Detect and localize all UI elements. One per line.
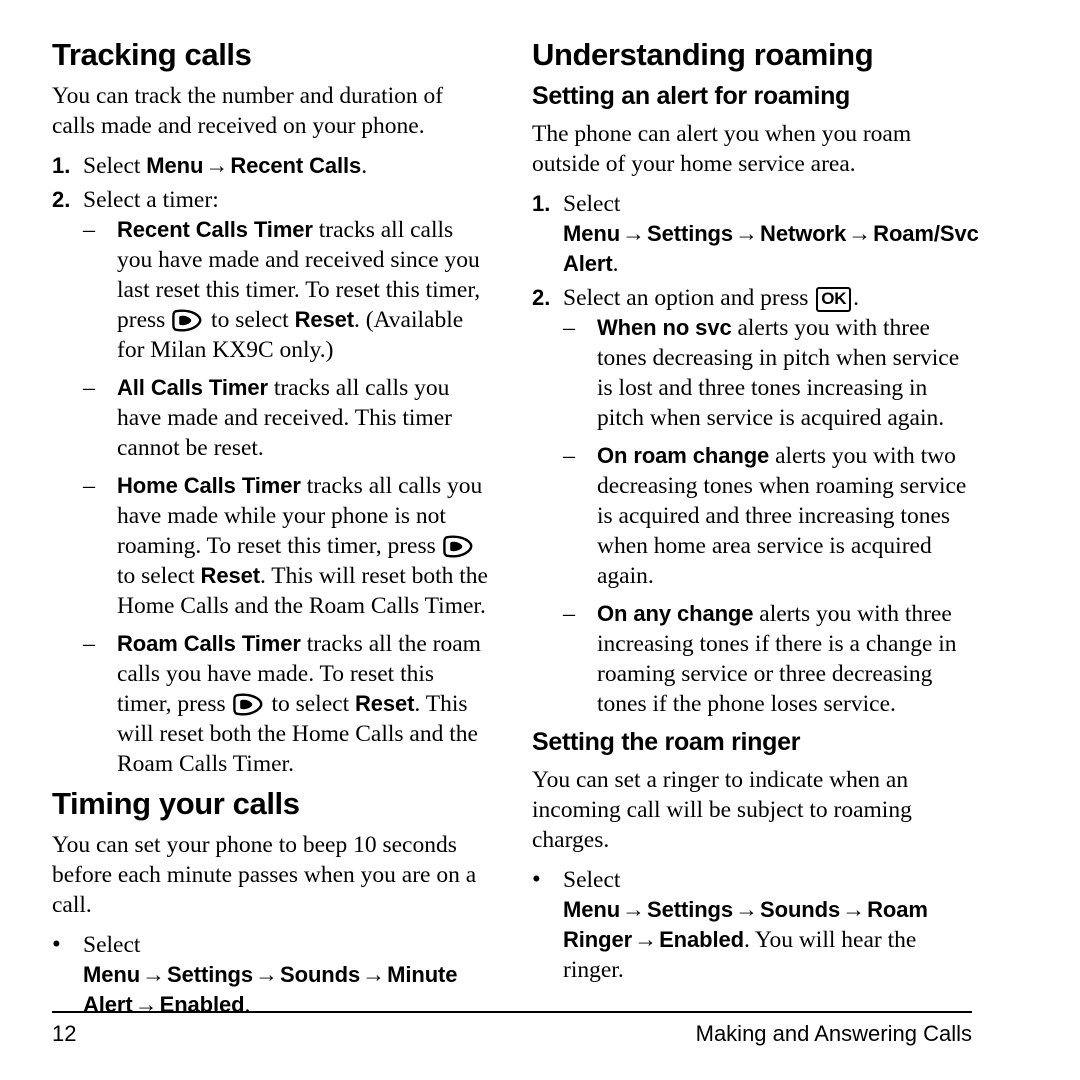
ui-term-sounds: Sounds (280, 962, 361, 987)
ui-term-reset: Reset (200, 563, 261, 588)
ui-term-sounds: Sounds (760, 897, 841, 922)
arrow-glyph: → (205, 153, 229, 178)
ui-term-recent-calls: Recent Calls (230, 153, 362, 178)
two-column-body: Tracking calls You can track the number … (52, 37, 979, 1019)
ui-term-settings: Settings (647, 221, 734, 246)
timer-option-home-calls: – Home Calls Timer tracks all calls you h… (83, 473, 488, 619)
ui-term-settings: Settings (167, 962, 254, 987)
timer-option-recent-calls: – Recent Calls Timer tracks all calls you… (83, 217, 481, 363)
ui-term-on-any-change: On any change (597, 601, 754, 626)
step-item: 1. Select Menu→Recent Calls. (52, 151, 492, 181)
bullet-list-minute-alert: • Select Menu→Settings→Sounds→Minute Aler… (52, 930, 492, 1020)
ui-term-menu: Menu (146, 153, 204, 178)
arrow-glyph: → (735, 897, 759, 922)
steps-list-tracking-calls: 1. Select Menu→Recent Calls. 2. Select a t… (52, 151, 492, 779)
ui-term-when-no-svc: When no svc (597, 315, 732, 340)
ui-term-menu: Menu (563, 221, 621, 246)
dash-marker: – (563, 443, 575, 469)
bullet-item-roam-ringer: • Select Menu→Settings→Sounds→Roam Ringer… (532, 866, 928, 983)
step-item: 1. Select Menu→Settings→Network→Roam/Svc … (532, 191, 979, 277)
left-column: Tracking calls You can track the number … (52, 38, 492, 1024)
timer-options-list: – Recent Calls Timer tracks all calls you… (83, 215, 492, 779)
ui-term-on-roam-change: On roam change (597, 443, 770, 468)
ui-term-recent-calls-timer: Recent Calls Timer (117, 217, 313, 242)
arrow-glyph: → (142, 962, 166, 987)
ui-term-roam-calls-timer: Roam Calls Timer (117, 631, 301, 656)
ui-term-all-calls-timer: All Calls Timer (117, 375, 268, 400)
step-marker: 2. (532, 285, 551, 310)
bullet-item-minute-alert: • Select Menu→Settings→Sounds→Minute Aler… (52, 931, 458, 1018)
page-title-tracking-calls: Tracking calls (52, 37, 252, 72)
ui-term-enabled: Enabled (159, 992, 245, 1017)
arrow-glyph: → (134, 992, 158, 1017)
bullet-marker: • (52, 931, 61, 958)
roam-alert-option-on-roam-change: – On roam change alerts you with two decr… (563, 443, 967, 589)
bullet-list-roam-ringer: • Select Menu→Settings→Sounds→Roam Ringer… (532, 865, 972, 985)
intro-paragraph-roaming-alert: The phone can alert you when you roam ou… (532, 121, 912, 177)
dash-marker: – (563, 315, 575, 341)
ui-term-reset: Reset (354, 691, 415, 716)
roam-alert-options-list: – When no svc alerts you with three tones… (563, 313, 972, 719)
page-title-timing-your-calls: Timing your calls (52, 786, 300, 821)
step-item: 2. Select an option and press OK. – When n… (532, 283, 972, 719)
arrow-glyph: → (735, 221, 759, 246)
manual-page: Tracking calls You can track the number … (0, 0, 1080, 1080)
dash-marker: – (83, 631, 95, 657)
arrow-glyph: → (848, 221, 872, 246)
intro-paragraph-roam-ringer: You can set a ringer to indicate when an… (532, 767, 912, 853)
ok-key-icon: OK (816, 287, 852, 312)
roam-alert-option-on-any-change: – On any change alerts you with three inc… (563, 601, 957, 717)
dash-marker: – (83, 375, 95, 401)
footer-divider (52, 1011, 972, 1013)
step-text: Select a timer: (83, 187, 219, 213)
dash-marker: – (83, 217, 95, 243)
ui-term-reset: Reset (294, 307, 355, 332)
step-marker: 1. (532, 191, 551, 216)
right-column: Understanding roaming Setting an alert f… (532, 37, 979, 989)
bullet-marker: • (532, 866, 541, 893)
arrow-glyph: → (634, 927, 658, 952)
ui-term-menu: Menu (83, 962, 141, 987)
page-number: 12 (52, 1021, 77, 1046)
page-footer: 12 Making and Answering Calls (52, 1019, 972, 1055)
step-item: 2. Select a timer: – Recent Calls Timer tr… (52, 185, 492, 779)
step-text: Select Menu→Recent Calls. (83, 153, 368, 179)
arrow-glyph: → (842, 897, 866, 922)
step-marker: 2. (52, 187, 71, 212)
ui-term-home-calls-timer: Home Calls Timer (117, 473, 301, 498)
arrow-glyph: → (255, 962, 279, 987)
right-soft-key-icon (232, 693, 263, 716)
right-soft-key-icon (172, 309, 202, 332)
running-head: Making and Answering Calls (695, 1021, 972, 1046)
arrow-glyph: → (622, 221, 646, 246)
steps-list-roaming-alert: 1. Select Menu→Settings→Network→Roam/Svc … (532, 189, 979, 719)
ui-term-enabled: Enabled (659, 927, 744, 952)
subheading-setting-alert-for-roaming: Setting an alert for roaming (532, 82, 851, 110)
intro-paragraph-tracking-calls: You can track the number and duration of… (52, 83, 444, 139)
step-marker: 1. (52, 153, 71, 178)
roam-alert-option-when-no-svc: – When no svc alerts you with three tones… (563, 315, 960, 431)
timer-option-roam-calls: – Roam Calls Timer tracks all the roam ca… (83, 631, 481, 777)
timer-option-all-calls: – All Calls Timer tracks all calls you ha… (83, 375, 452, 461)
page-title-understanding-roaming: Understanding roaming (532, 37, 874, 72)
ui-term-settings: Settings (647, 897, 734, 922)
ui-term-menu: Menu (563, 897, 621, 922)
arrow-glyph: → (622, 897, 646, 922)
subheading-setting-the-roam-ringer: Setting the roam ringer (532, 728, 801, 756)
right-soft-key-icon (442, 535, 473, 558)
dash-marker: – (563, 601, 575, 627)
intro-paragraph-timing-your-calls: You can set your phone to beep 10 second… (52, 832, 477, 918)
arrow-glyph: → (362, 962, 386, 987)
ui-term-network: Network (760, 221, 847, 246)
dash-marker: – (83, 473, 95, 499)
